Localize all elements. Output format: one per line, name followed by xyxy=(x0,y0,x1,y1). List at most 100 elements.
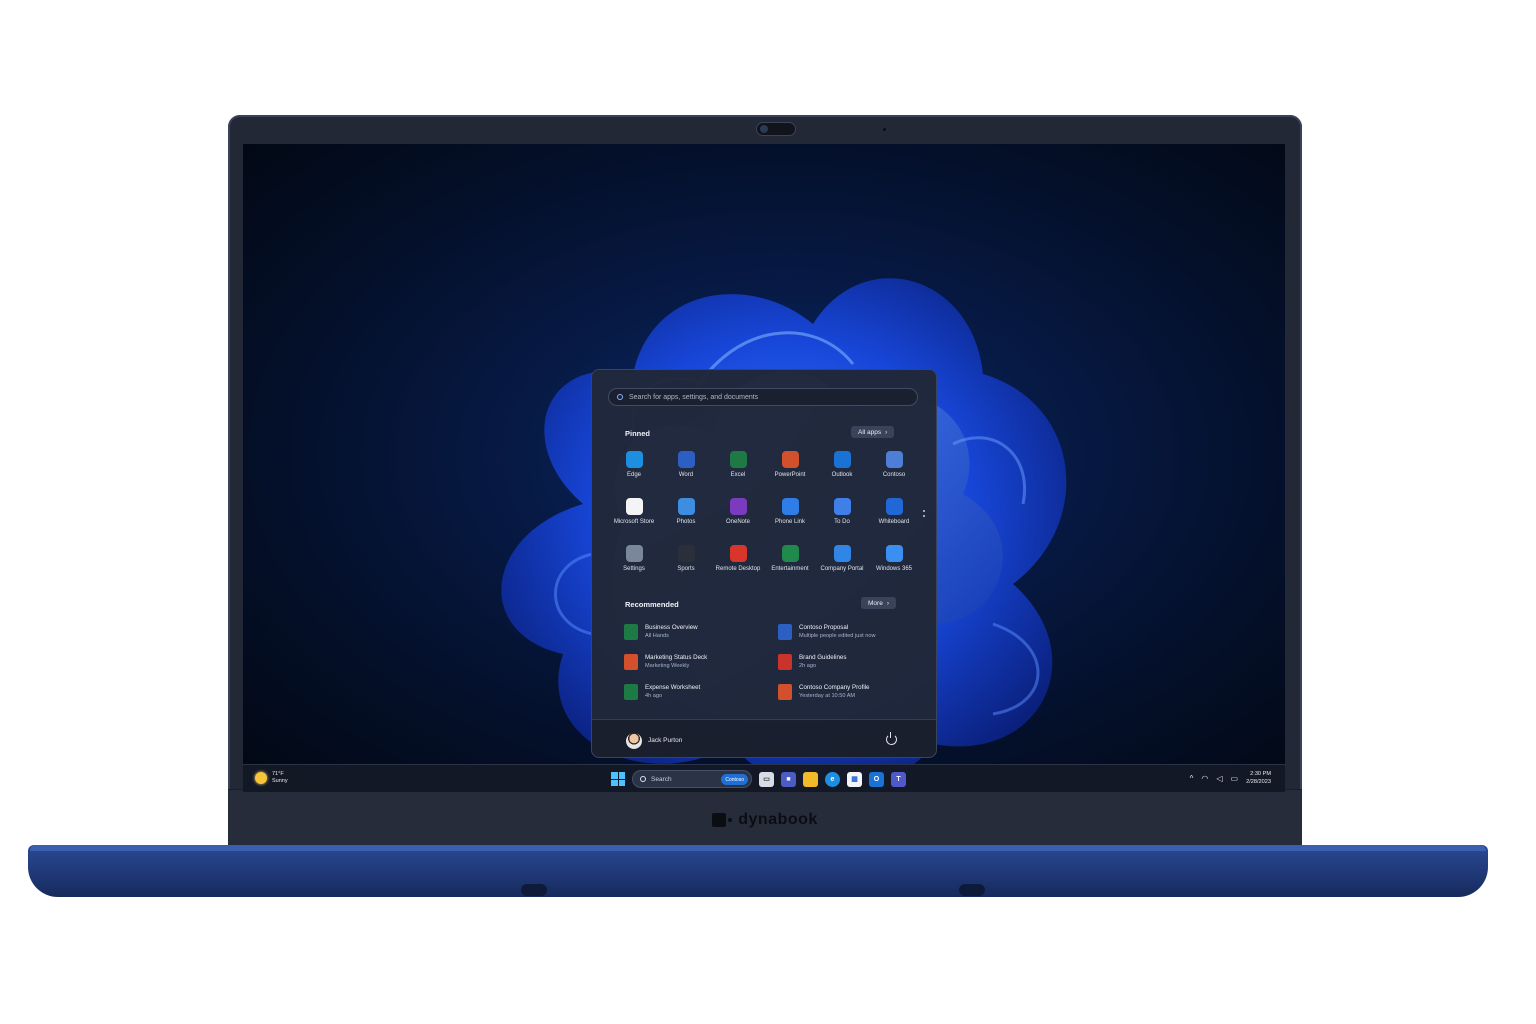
pinned-app-settings[interactable]: Settings xyxy=(608,542,660,582)
volume-icon[interactable]: ◁ xyxy=(1216,774,1222,783)
pinned-app-label: Microsoft Store xyxy=(613,519,655,525)
all-apps-label: All apps xyxy=(858,428,882,436)
wifi-icon[interactable]: ◠ xyxy=(1201,774,1208,783)
webcam-icon xyxy=(756,122,796,136)
todo-icon xyxy=(833,498,851,515)
outlook-icon[interactable]: O xyxy=(869,771,884,787)
camera-indicator-dot xyxy=(883,128,886,131)
page-dots[interactable] xyxy=(923,510,926,520)
pinned-app-label: Phone Link xyxy=(774,519,806,525)
recommended-text: Brand Guidelines 2h ago xyxy=(799,654,846,670)
contoso-icon xyxy=(885,451,903,468)
gear-icon xyxy=(625,545,643,562)
desktop-screen: Search for apps, settings, and documents… xyxy=(243,144,1285,792)
recommended-name: Business Overview xyxy=(645,624,698,631)
recommended-item[interactable]: Contoso Company Profile Yesterday at 10:5… xyxy=(778,682,924,702)
pinned-app-label: Settings xyxy=(623,566,645,572)
recommended-name: Contoso Proposal xyxy=(799,624,849,631)
pinned-app-sports[interactable]: Sports xyxy=(660,542,712,582)
weather-temp: 71°F xyxy=(272,771,284,777)
recommended-text: Expense Worksheet 4h ago xyxy=(645,684,700,700)
brand-name: dynabook xyxy=(738,811,818,828)
pinned-app-label: Excel xyxy=(730,472,746,478)
more-button[interactable]: More › xyxy=(861,597,896,609)
recommended-subtitle: Marketing Weekly xyxy=(645,663,690,669)
task-view-icon[interactable]: ▭ xyxy=(759,771,774,787)
teams-icon[interactable]: T xyxy=(891,771,906,787)
pinned-app-microsoft-store[interactable]: Microsoft Store xyxy=(608,495,660,535)
weather-desc: Sunny xyxy=(272,778,288,784)
store-icon xyxy=(625,498,643,515)
recommended-subtitle: 2h ago xyxy=(799,663,817,669)
pinned-app-entertainment[interactable]: Entertainment xyxy=(764,542,816,582)
excel-file-icon xyxy=(624,624,638,640)
brand-logo: dynabook xyxy=(228,811,1302,829)
word-icon xyxy=(677,451,695,468)
pinned-app-outlook[interactable]: Outlook xyxy=(816,448,868,488)
pinned-app-onenote[interactable]: OneNote xyxy=(712,495,764,535)
pinned-app-company-portal[interactable]: Company Portal xyxy=(816,542,868,582)
pinned-app-label: To Do xyxy=(834,519,850,525)
pinned-app-to-do[interactable]: To Do xyxy=(816,495,868,535)
chevron-up-icon[interactable]: ^ xyxy=(1190,774,1194,783)
pinned-app-contoso[interactable]: Contoso xyxy=(868,448,920,488)
battery-icon[interactable]: ▭ xyxy=(1231,774,1239,783)
system-tray: ^ ◠ ◁ ▭ 2:30 PM 2/28/2023 xyxy=(1190,770,1271,786)
recommended-title: Recommended xyxy=(625,600,679,609)
pinned-app-edge[interactable]: Edge xyxy=(608,448,660,488)
pinned-app-remote-desktop[interactable]: Remote Desktop xyxy=(712,542,764,582)
pinned-app-whiteboard[interactable]: Whiteboard xyxy=(868,495,920,535)
whiteboard-icon xyxy=(885,498,903,515)
word-file-icon xyxy=(778,624,792,640)
store-icon[interactable]: ▦ xyxy=(847,771,862,787)
onenote-icon xyxy=(729,498,747,515)
taskbar-apps: Search Contoso ▭ ■ e ▦ O T xyxy=(611,769,906,789)
remote-desktop-icon xyxy=(729,545,747,562)
rubber-foot-right xyxy=(959,884,985,896)
clock[interactable]: 2:30 PM 2/28/2023 xyxy=(1246,770,1271,786)
pinned-app-word[interactable]: Word xyxy=(660,448,712,488)
start-search-input[interactable]: Search for apps, settings, and documents xyxy=(608,388,918,406)
laptop-base-edge xyxy=(30,845,1486,851)
pinned-app-phone-link[interactable]: Phone Link xyxy=(764,495,816,535)
windows-start-icon[interactable] xyxy=(611,772,625,786)
user-name[interactable]: Jack Purton xyxy=(648,737,682,744)
pinned-app-powerpoint[interactable]: PowerPoint xyxy=(764,448,816,488)
sun-icon xyxy=(255,772,267,784)
all-apps-button[interactable]: All apps › xyxy=(851,426,895,438)
taskbar-search[interactable]: Search Contoso xyxy=(632,770,752,788)
company-portal-icon xyxy=(833,545,851,562)
recommended-item[interactable]: Brand Guidelines 2h ago xyxy=(778,652,924,672)
pinned-app-label: Photos xyxy=(676,519,696,525)
pinned-app-photos[interactable]: Photos xyxy=(660,495,712,535)
chevron-right-icon: › xyxy=(885,428,888,436)
avatar[interactable] xyxy=(626,733,642,749)
search-icon xyxy=(640,776,646,782)
recommended-item[interactable]: Contoso Proposal Multiple people edited j… xyxy=(778,622,924,642)
teams-chat-icon[interactable]: ■ xyxy=(781,771,796,787)
pinned-title: Pinned xyxy=(625,429,651,438)
recommended-item[interactable]: Marketing Status Deck Marketing Weekly xyxy=(624,652,778,672)
more-label: More xyxy=(868,599,883,607)
pinned-app-label: Word xyxy=(678,472,694,478)
photos-icon xyxy=(677,498,695,515)
pinned-app-excel[interactable]: Excel xyxy=(712,448,764,488)
recommended-item[interactable]: Expense Worksheet 4h ago xyxy=(624,682,778,702)
recommended-text: Contoso Company Profile Yesterday at 10:5… xyxy=(799,684,870,700)
weather-widget[interactable]: 71°F Sunny xyxy=(255,771,288,785)
outlook-icon xyxy=(833,451,851,468)
power-icon[interactable] xyxy=(886,732,897,745)
pinned-apps-grid: Edge Word Excel PowerPoint Outlook Contoso Mic… xyxy=(608,448,920,582)
recommended-name: Brand Guidelines xyxy=(799,654,847,661)
recommended-text: Contoso Proposal Multiple people edited j… xyxy=(799,624,876,640)
entertainment-icon xyxy=(781,545,799,562)
powerpoint-file-icon xyxy=(624,654,638,670)
recommended-item[interactable]: Business Overview All Hands xyxy=(624,622,778,642)
edge-icon[interactable]: e xyxy=(825,771,840,787)
file-explorer-icon[interactable] xyxy=(803,771,818,787)
recommended-subtitle: Yesterday at 10:50 AM xyxy=(799,693,856,699)
taskbar: 71°F Sunny Search Contoso ▭ ■ e ▦ O T ^ … xyxy=(243,764,1285,792)
recommended-list: Business Overview All Hands Contoso Propos… xyxy=(624,622,924,702)
pinned-app-windows-365[interactable]: Windows 365 xyxy=(868,542,920,582)
pinned-app-label: PowerPoint xyxy=(774,472,806,478)
